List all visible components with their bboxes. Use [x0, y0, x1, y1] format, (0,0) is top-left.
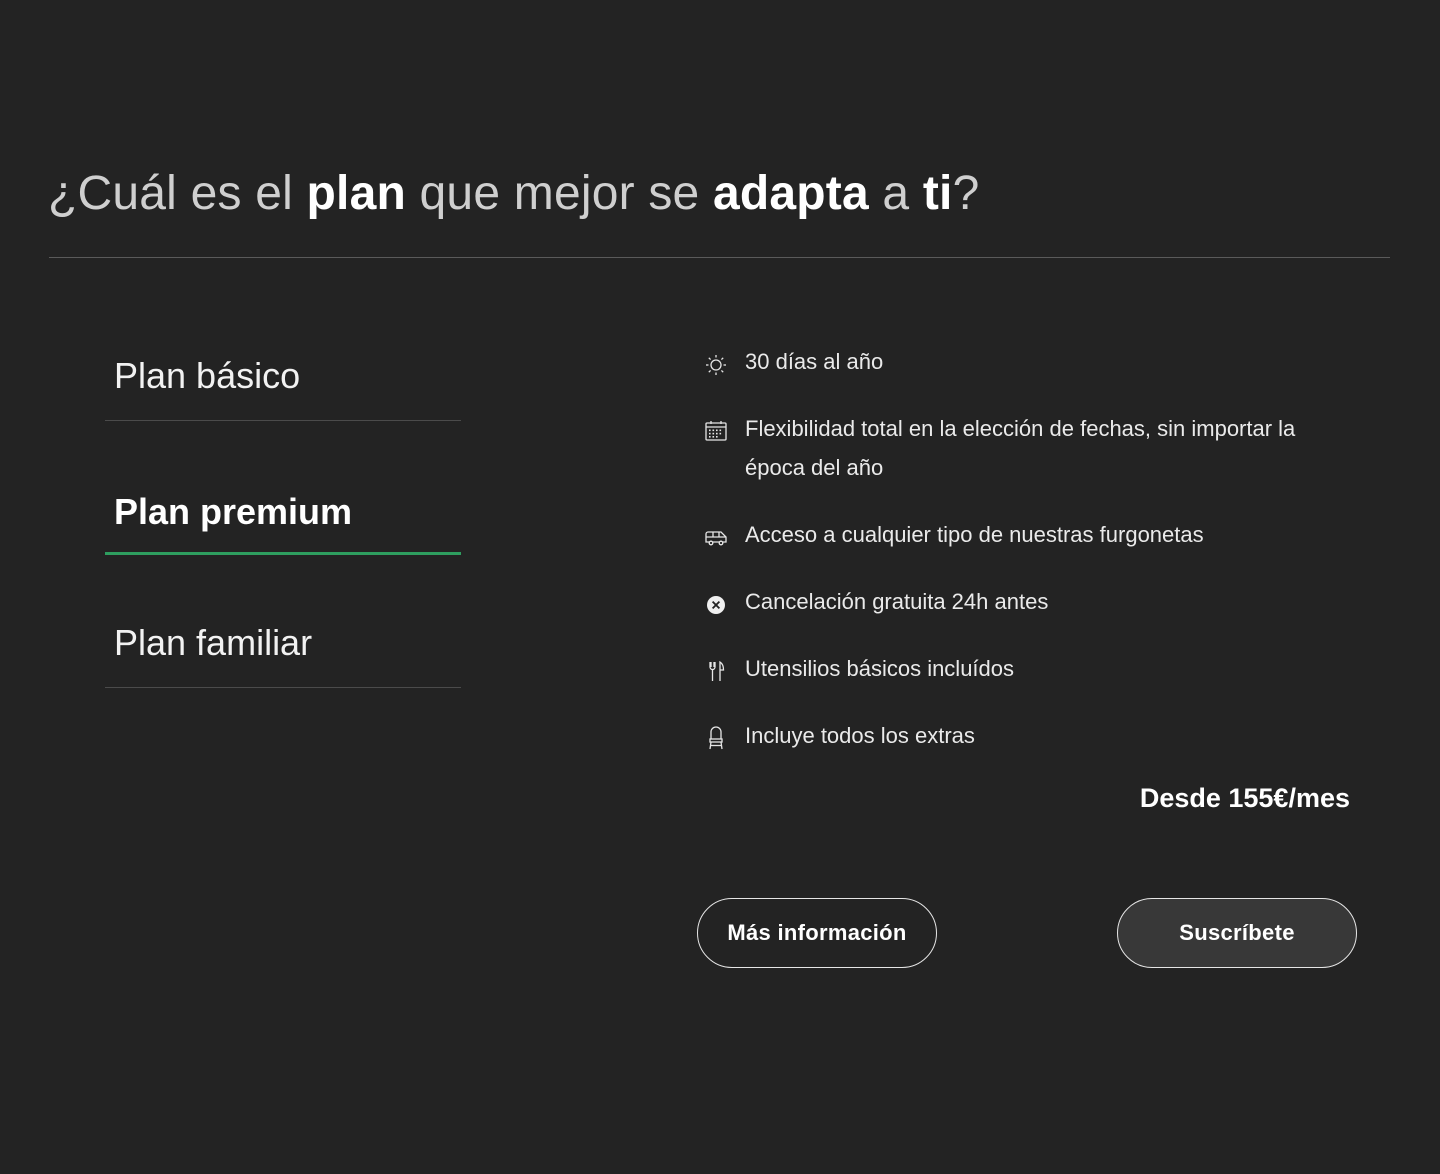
title-emphasis-ti: ti	[922, 167, 953, 220]
chair-icon	[704, 726, 728, 750]
feature-list: 30 días al año Flexibilidad total en la …	[700, 342, 1350, 783]
calendar-icon	[704, 419, 728, 443]
feature-item: Flexibilidad total en la elección de fec…	[700, 409, 1350, 487]
tab-label: Plan familiar	[114, 622, 313, 663]
feature-item: Incluye todos los extras	[700, 716, 1350, 755]
feature-text: Flexibilidad total en la elección de fec…	[745, 416, 1296, 480]
tab-plan-premium[interactable]: Plan premium	[105, 463, 461, 555]
title-emphasis-plan: plan	[306, 167, 406, 220]
feature-text: Utensilios básicos incluídos	[745, 656, 1015, 681]
price-label: Desde 155€/mes	[1139, 783, 1350, 813]
plan-tabs: Plan básico Plan premium Plan familiar	[105, 330, 461, 688]
feature-text: Incluye todos los extras	[745, 723, 975, 748]
more-info-button[interactable]: Más información	[697, 898, 937, 968]
tab-plan-basico[interactable]: Plan básico	[105, 330, 461, 421]
title-text-3: a	[868, 167, 923, 220]
tab-plan-familiar[interactable]: Plan familiar	[105, 597, 461, 688]
title-text-1: ¿Cuál es el	[48, 167, 307, 220]
title-text-4: ?	[952, 167, 980, 220]
title-text-2: que mejor se	[406, 167, 713, 220]
tab-label: Plan premium	[114, 491, 353, 532]
van-icon	[704, 525, 728, 549]
cancel-circle-icon	[704, 592, 728, 616]
feature-item: Utensilios básicos incluídos	[700, 649, 1350, 688]
page-title: ¿Cuál es el plan que mejor se adapta a t…	[48, 166, 979, 221]
feature-item: 30 días al año	[700, 342, 1350, 381]
feature-item: Cancelación gratuita 24h antes	[700, 582, 1350, 621]
tab-label: Plan básico	[114, 355, 301, 396]
subscribe-button[interactable]: Suscríbete	[1117, 898, 1357, 968]
feature-item: Acceso a cualquier tipo de nuestras furg…	[700, 515, 1350, 554]
title-divider	[49, 257, 1390, 258]
utensils-icon	[704, 659, 728, 683]
feature-text: 30 días al año	[745, 349, 884, 374]
sun-icon	[704, 352, 728, 376]
title-emphasis-adapta: adapta	[712, 167, 869, 220]
feature-text: Acceso a cualquier tipo de nuestras furg…	[745, 522, 1204, 547]
feature-text: Cancelación gratuita 24h antes	[745, 589, 1049, 614]
